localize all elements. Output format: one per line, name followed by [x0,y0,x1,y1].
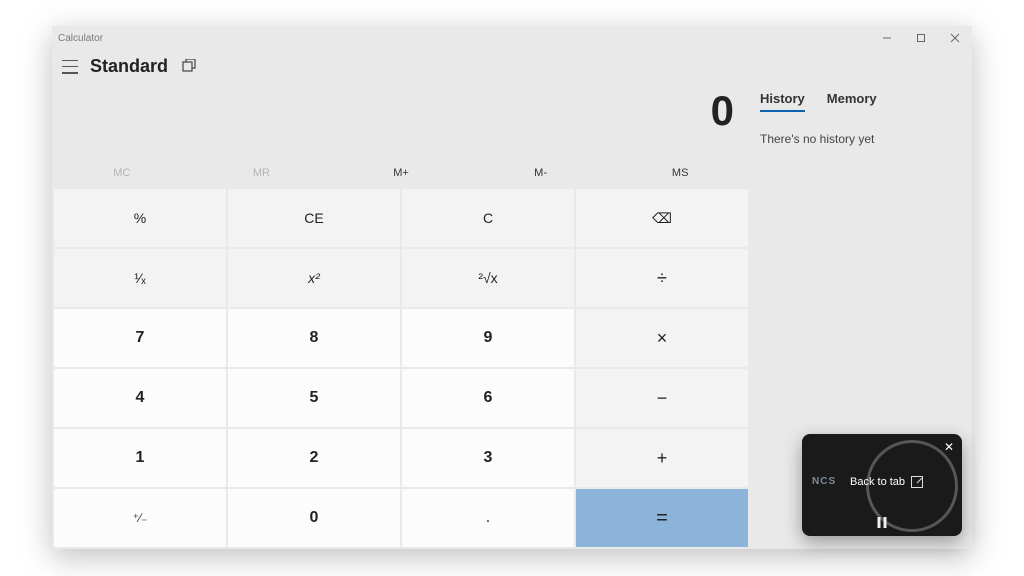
key-backspace[interactable]: ⌫ [576,189,748,247]
key-minus[interactable]: − [576,369,748,427]
key-reciprocal[interactable]: ¹⁄ₓ [54,249,226,307]
titlebar: Calculator [52,26,972,50]
pip-back-to-tab[interactable]: Back to tab [850,476,923,488]
mem-ms[interactable]: MS [610,157,750,189]
key-8[interactable]: 8 [228,309,400,367]
open-in-tab-icon [911,476,923,488]
pip-pause-icon[interactable] [878,517,887,528]
key-0[interactable]: 0 [228,489,400,547]
key-percent[interactable]: % [54,189,226,247]
close-button[interactable] [938,26,972,50]
key-divide[interactable]: ÷ [576,249,748,307]
key-6[interactable]: 6 [402,369,574,427]
mem-mr[interactable]: MR [192,157,332,189]
window-title: Calculator [58,33,103,44]
key-4[interactable]: 4 [54,369,226,427]
pip-back-label: Back to tab [850,476,905,488]
maximize-button[interactable] [904,26,938,50]
memory-row: MC MR M+ M- MS [52,157,750,189]
key-7[interactable]: 7 [54,309,226,367]
keypad: % CE C ⌫ ¹⁄ₓ x² ²√x ÷ 7 8 9 × 4 5 6 − 1 [52,189,750,549]
mode-title: Standard [90,56,168,77]
key-negate[interactable]: ⁺⁄₋ [54,489,226,547]
backspace-icon: ⌫ [652,210,672,227]
key-decimal[interactable]: . [402,489,574,547]
tabs: History Memory [760,83,962,112]
mem-mc[interactable]: MC [52,157,192,189]
key-1[interactable]: 1 [54,429,226,487]
key-equals[interactable]: = [576,489,748,547]
pip-brand: NCS [812,476,836,487]
pip-close-icon[interactable]: ✕ [944,440,954,454]
minimize-button[interactable] [870,26,904,50]
mem-mminus[interactable]: M- [471,157,611,189]
menu-icon[interactable] [62,60,78,74]
key-2[interactable]: 2 [228,429,400,487]
key-plus[interactable]: + [576,429,748,487]
header: Standard [52,50,972,77]
key-5[interactable]: 5 [228,369,400,427]
key-3[interactable]: 3 [402,429,574,487]
key-9[interactable]: 9 [402,309,574,367]
mem-mplus[interactable]: M+ [331,157,471,189]
key-square[interactable]: x² [228,249,400,307]
tab-history[interactable]: History [760,91,805,112]
tab-memory[interactable]: Memory [827,91,877,112]
history-empty-text: There's no history yet [760,132,962,146]
key-multiply[interactable]: × [576,309,748,367]
pip-overlay[interactable]: NCS ✕ Back to tab [802,434,962,536]
square-label: x² [308,270,320,286]
display: 0 [52,77,750,137]
window-controls [870,26,972,50]
key-c[interactable]: C [402,189,574,247]
calc-panel: 0 MC MR M+ M- MS % CE C ⌫ ¹⁄ₓ x² ²√x ÷ 7 [52,77,750,549]
keep-on-top-icon[interactable] [182,59,198,75]
key-ce[interactable]: CE [228,189,400,247]
key-sqrt[interactable]: ²√x [402,249,574,307]
